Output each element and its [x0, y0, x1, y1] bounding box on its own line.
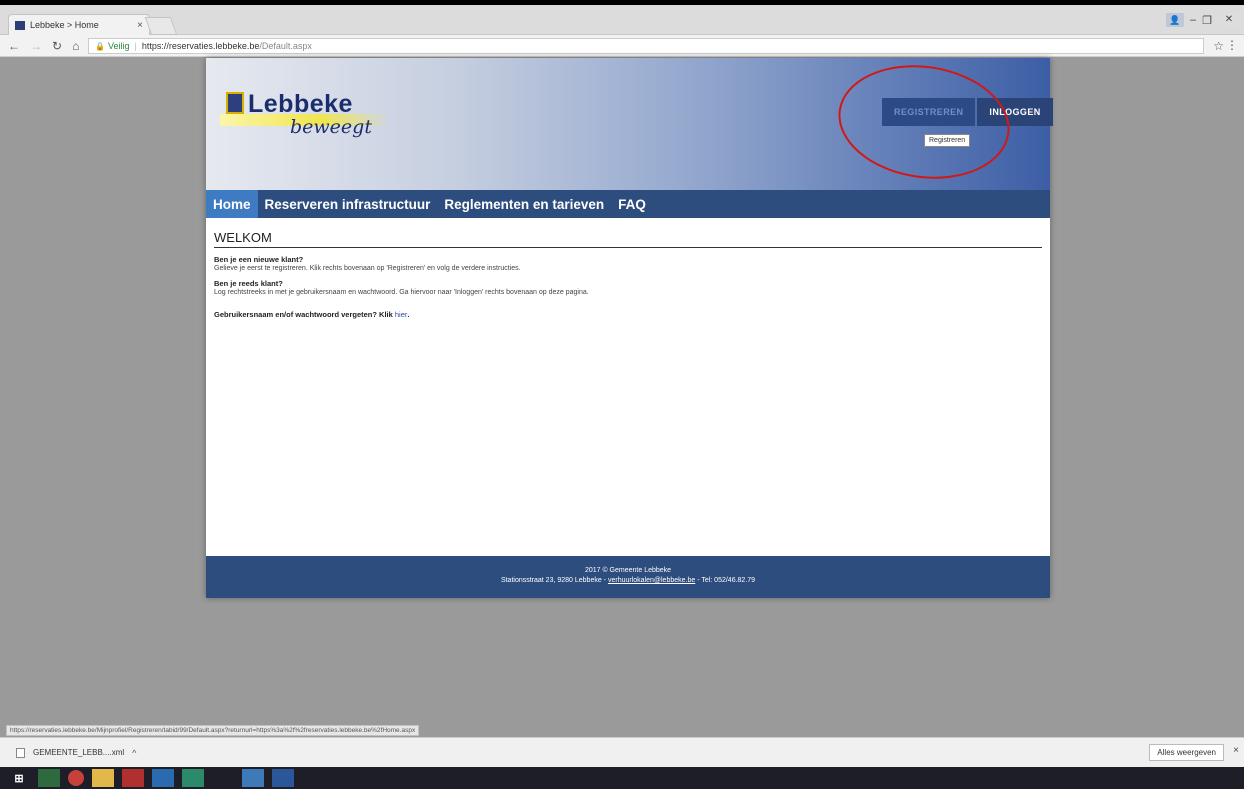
reload-icon[interactable]: ↻ [52, 39, 62, 53]
forward-icon[interactable]: → [30, 39, 42, 53]
minimize-icon[interactable]: – [1190, 14, 1196, 26]
logo-name: Lebbeke [248, 90, 353, 118]
back-icon[interactable]: ← [8, 39, 20, 53]
tab-title: Lebbeke > Home [30, 20, 99, 30]
app-taskbar-icon[interactable] [182, 769, 204, 787]
pc-taskbar-icon[interactable] [242, 769, 264, 787]
forgot-password-line: Gebruikersnaam en/of wachtwoord vergeten… [214, 310, 1042, 319]
page-title: WELKOM [214, 230, 1042, 248]
existing-customer-heading: Ben je reeds klant? [214, 279, 283, 288]
browser-tabstrip: Lebbeke > Home × 👤 – ❐ ✕ [0, 5, 1244, 35]
chrome-taskbar-icon[interactable] [68, 770, 84, 786]
footer-email-link[interactable]: verhuurlokalen@lebbeke.be [608, 577, 695, 584]
address-separator: | [134, 41, 137, 51]
address-bar[interactable]: 🔒 Veilig | https://reservaties.lebbeke.b… [88, 38, 1204, 54]
download-bar: GEMEENTE_LEBB....xml ^ Alles weergeven × [0, 737, 1244, 767]
download-bar-close-icon[interactable]: × [1233, 745, 1239, 756]
footer-contact: Stationsstraat 23, 9280 Lebbeke - verhuu… [206, 576, 1050, 586]
show-all-downloads-button[interactable]: Alles weergeven [1149, 744, 1224, 761]
url-host: https://reservaties.lebbeke.be [141, 41, 260, 51]
status-bar-url: https://reservaties.lebbeke.be/Mijnprofi… [6, 725, 420, 736]
menu-item-reglementen[interactable]: Reglementen en tarieven [437, 190, 611, 218]
page-viewport: Lebbeke beweegt REGISTREREN INLOGGEN Reg… [6, 54, 1244, 736]
download-item[interactable]: GEMEENTE_LEBB....xml ^ [16, 747, 136, 758]
site-logo[interactable]: Lebbeke beweegt [220, 90, 390, 152]
home-icon[interactable]: ⌂ [72, 39, 79, 53]
excel-taskbar-icon[interactable] [38, 769, 60, 787]
acrobat-taskbar-icon[interactable] [122, 769, 144, 787]
browser-tab[interactable]: Lebbeke > Home × [8, 14, 150, 35]
menu-item-home[interactable]: Home [206, 190, 258, 218]
logo-shield-icon [226, 92, 244, 114]
word-taskbar-icon[interactable] [272, 769, 294, 787]
footer-phone: - Tel: 052/46.82.79 [695, 577, 756, 584]
profile-icon[interactable]: 👤 [1166, 13, 1184, 27]
wifi-taskbar-icon[interactable] [212, 769, 234, 787]
secure-label: Veilig [107, 41, 130, 51]
main-menu: Home Reserveren infrastructuur Reglement… [206, 190, 1050, 218]
file-icon [16, 747, 25, 758]
tab-close-icon[interactable]: × [137, 20, 143, 31]
new-customer-heading: Ben je een nieuwe klant? [214, 255, 304, 264]
maximize-icon[interactable]: ❐ [1202, 14, 1212, 27]
window-close-icon[interactable]: ✕ [1218, 13, 1240, 27]
bookmark-star-icon[interactable]: ☆ [1213, 39, 1224, 53]
outlook-taskbar-icon[interactable] [152, 769, 174, 787]
favicon-icon [15, 20, 25, 30]
file-explorer-taskbar-icon[interactable] [92, 769, 114, 787]
window-controls: 👤 – ❐ ✕ [1166, 13, 1240, 27]
footer-address: Stationsstraat 23, 9280 Lebbeke - [500, 577, 608, 584]
lock-icon: 🔒 [95, 41, 105, 51]
existing-customer-text: Log rechtstreeks in met je gebruikersnaa… [214, 289, 589, 296]
new-tab-button[interactable] [144, 17, 178, 35]
forgot-password-end: . [407, 310, 410, 319]
logo-tagline: beweegt [290, 116, 372, 138]
download-filename: GEMEENTE_LEBB....xml [33, 748, 125, 757]
browser-toolbar: ← → ↻ ⌂ 🔒 Veilig | https://reservaties.l… [0, 35, 1244, 57]
site-header: Lebbeke beweegt REGISTREREN INLOGGEN Reg… [206, 54, 1053, 190]
chevron-up-icon[interactable]: ^ [132, 748, 136, 758]
forgot-password-link[interactable]: hier [395, 310, 408, 319]
windows-taskbar: ⊞ [0, 767, 1244, 789]
main-content: WELKOM Ben je een nieuwe klant? Gelieve … [214, 230, 1042, 319]
menu-item-faq[interactable]: FAQ [611, 190, 653, 218]
menu-kebab-icon[interactable]: ⋮ [1226, 38, 1238, 52]
site-container: Lebbeke beweegt REGISTREREN INLOGGEN Reg… [206, 54, 1053, 598]
windows-start-icon[interactable]: ⊞ [8, 769, 30, 787]
url-path: /Default.aspx [259, 41, 312, 51]
footer-copyright: 2017 © Gemeente Lebbeke [584, 567, 672, 574]
site-footer: 2017 © Gemeente Lebbeke Stationsstraat 2… [206, 556, 1050, 598]
forgot-password-text: Gebruikersnaam en/of wachtwoord vergeten… [214, 310, 395, 319]
new-customer-text: Gelieve je eerst te registreren. Klik re… [214, 265, 521, 272]
annotation-circle [831, 54, 1017, 190]
menu-item-reserveren[interactable]: Reserveren infrastructuur [258, 190, 438, 218]
